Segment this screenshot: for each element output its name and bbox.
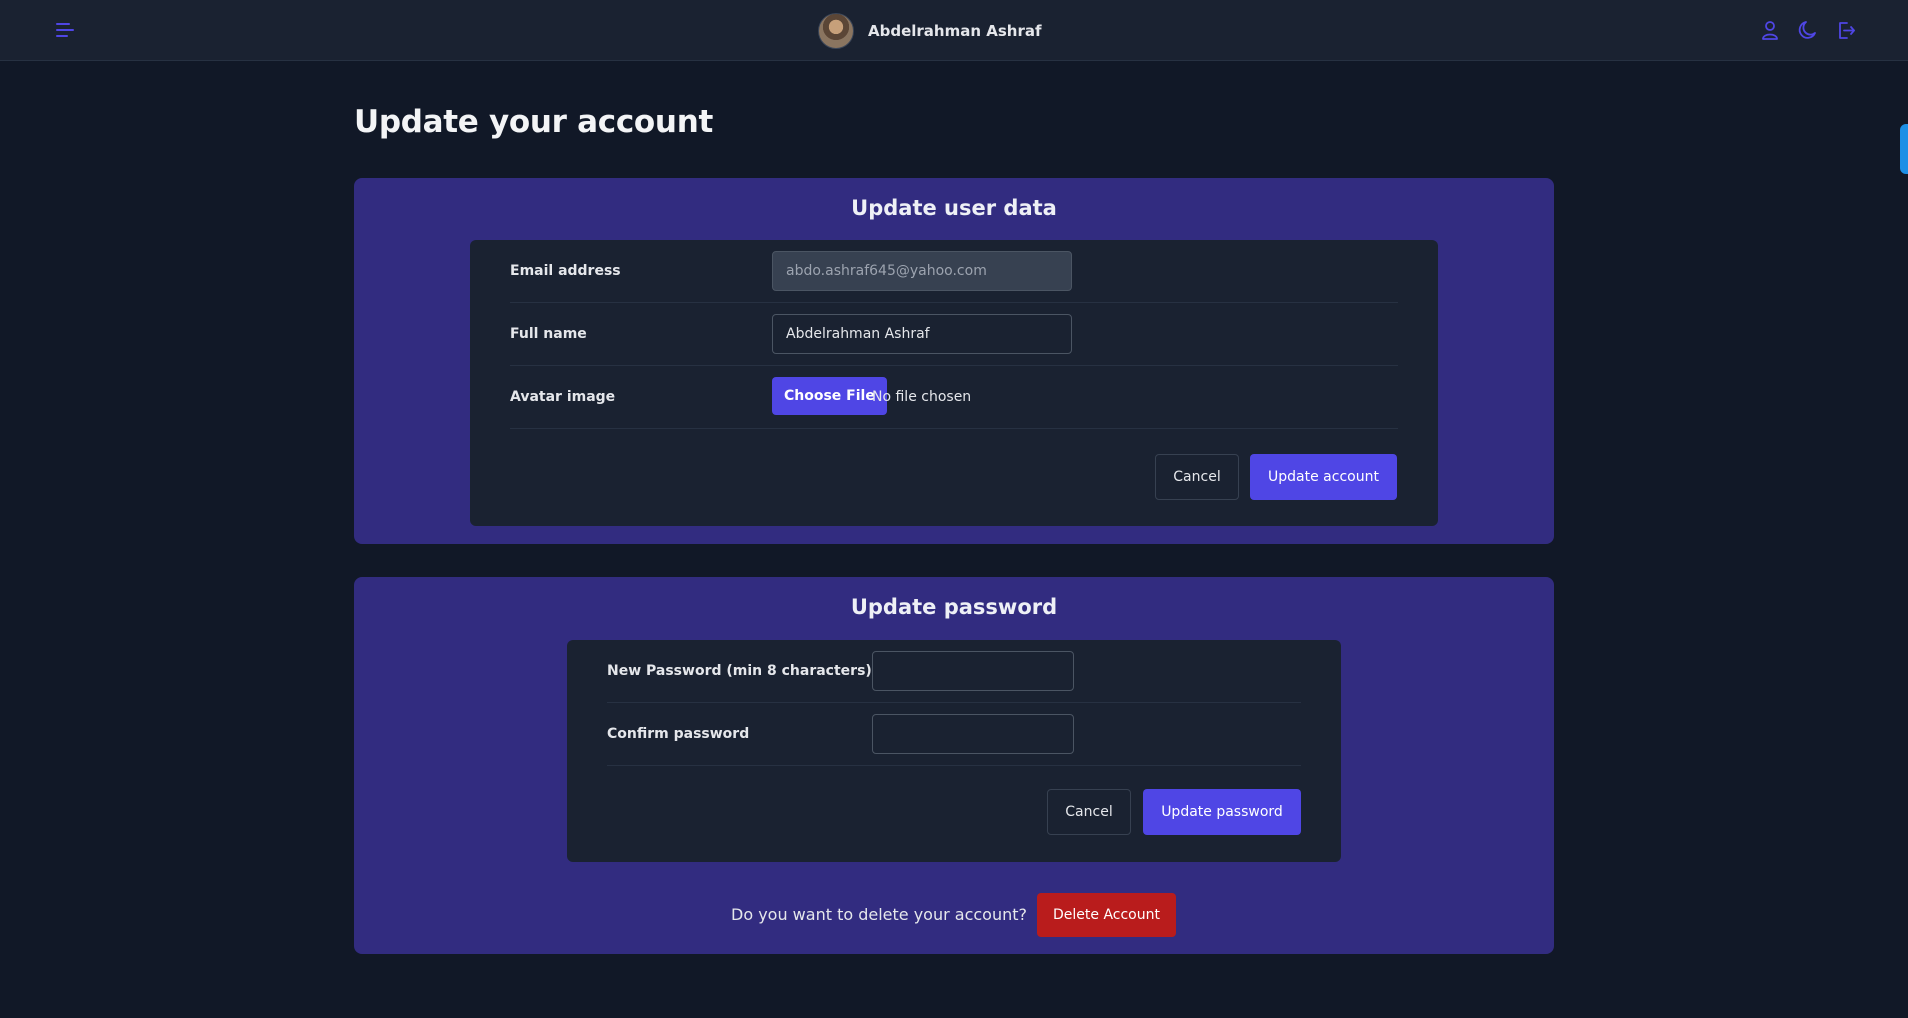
avatar-row: Avatar image Choose File No file chosen <box>510 366 1398 429</box>
delete-account-button[interactable]: Delete Account <box>1037 893 1176 937</box>
email-row: Email address <box>510 240 1398 303</box>
password-title: Update password <box>850 595 1058 619</box>
password-card: Update password New Password (min 8 char… <box>354 577 1554 954</box>
user-icon[interactable] <box>1759 19 1781 41</box>
confirm-password-label: Confirm password <box>607 726 750 742</box>
user-data-title: Update user data <box>851 196 1057 220</box>
email-field[interactable] <box>772 251 1072 291</box>
logout-icon[interactable] <box>1835 19 1857 41</box>
user-menu[interactable]: Abdelrahman Ashraf <box>818 12 1042 50</box>
user-data-form: Email address Full name Avatar image Cho… <box>470 240 1438 526</box>
user-name: Abdelrahman Ashraf <box>868 22 1042 40</box>
menu-icon[interactable] <box>54 19 76 41</box>
page-title: Update your account <box>354 104 713 140</box>
confirm-password-field[interactable] <box>872 714 1074 754</box>
update-account-button[interactable]: Update account <box>1250 454 1397 500</box>
fullname-field[interactable] <box>772 314 1072 354</box>
fullname-row: Full name <box>510 303 1398 366</box>
side-tab[interactable] <box>1900 124 1908 174</box>
user-data-card: Update user data Email address Full name… <box>354 178 1554 544</box>
fullname-label: Full name <box>510 326 587 342</box>
confirm-password-row: Confirm password <box>607 703 1301 766</box>
update-password-button[interactable]: Update password <box>1143 789 1301 835</box>
new-password-label: New Password (min 8 characters) <box>607 663 872 679</box>
avatar-label: Avatar image <box>510 389 616 405</box>
avatar <box>818 13 854 49</box>
file-status: No file chosen <box>872 389 972 405</box>
top-icons <box>1759 19 1857 41</box>
delete-prompt: Do you want to delete your account? <box>731 905 1028 924</box>
cancel-button[interactable]: Cancel <box>1155 454 1239 500</box>
email-label: Email address <box>510 263 621 279</box>
moon-icon[interactable] <box>1797 19 1819 41</box>
new-password-row: New Password (min 8 characters) <box>607 640 1301 703</box>
new-password-field[interactable] <box>872 651 1074 691</box>
cancel-button[interactable]: Cancel <box>1047 789 1131 835</box>
top-bar: Abdelrahman Ashraf <box>0 0 1908 61</box>
password-form: New Password (min 8 characters) Confirm … <box>567 640 1341 862</box>
choose-file-button[interactable]: Choose File <box>772 377 887 415</box>
